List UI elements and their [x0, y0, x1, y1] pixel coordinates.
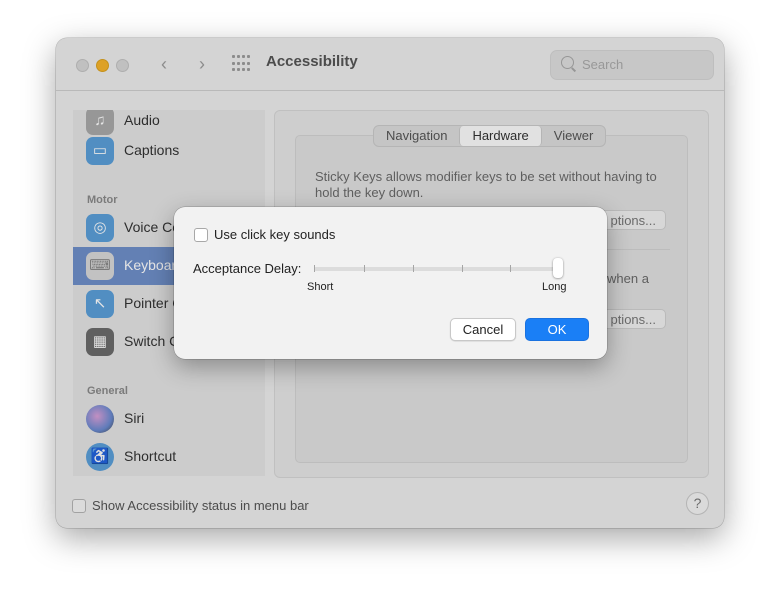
sticky-keys-description: Sticky Keys allows modifier keys to be s…: [315, 169, 657, 200]
click-key-sounds-label: Use click key sounds: [214, 227, 336, 242]
show-all-grid-icon[interactable]: [232, 55, 250, 73]
ok-button[interactable]: OK: [525, 318, 589, 341]
tab-navigation[interactable]: Navigation: [374, 126, 459, 146]
click-key-sounds-checkbox[interactable]: [194, 228, 208, 242]
slider-tick: [462, 265, 463, 272]
search-icon: [561, 56, 574, 69]
forward-chevron-icon[interactable]: ›: [190, 52, 214, 76]
zoom-button[interactable]: [116, 59, 129, 72]
search-field[interactable]: Search: [550, 50, 714, 80]
slider-min-label: Short: [307, 281, 334, 293]
cancel-button[interactable]: Cancel: [450, 318, 516, 341]
slider-tick: [413, 265, 414, 272]
status-menu-label: Show Accessibility status in menu bar: [92, 498, 309, 513]
bottom-bar: Show Accessibility status in menu bar ?: [56, 484, 724, 528]
close-button[interactable]: [76, 59, 89, 72]
slider-tick: [510, 265, 511, 272]
slider-max-label: Long: [542, 281, 567, 293]
tab-bar: Navigation Hardware Viewer: [373, 125, 607, 147]
back-chevron-icon[interactable]: ‹: [152, 52, 176, 76]
siri-icon: [86, 405, 114, 433]
keyboard-icon: ⌨: [86, 252, 114, 280]
slow-keys-dialog: Use click key sounds Acceptance Delay: S…: [174, 207, 607, 359]
window-title: Accessibility: [266, 53, 358, 70]
acceptance-delay-slider[interactable]: [314, 267, 559, 271]
tab-viewer[interactable]: Viewer: [542, 126, 606, 146]
sidebar-header-motor: Motor: [87, 194, 118, 206]
switch-control-icon: ▦: [86, 328, 114, 356]
title-bar: ‹ › Accessibility Search: [56, 38, 724, 91]
slider-knob[interactable]: [553, 258, 563, 278]
sidebar-item-shortcut[interactable]: ♿ Shortcut: [73, 438, 265, 476]
slow-keys-description: when a: [607, 271, 649, 286]
tab-hardware[interactable]: Hardware: [459, 126, 542, 146]
sidebar-header-general: General: [87, 385, 128, 397]
sidebar-item-siri[interactable]: Siri: [73, 400, 265, 438]
search-placeholder: Search: [582, 57, 624, 72]
status-menu-checkbox[interactable]: [72, 499, 86, 513]
minimize-button[interactable]: [96, 59, 109, 72]
captions-icon: ▭: [86, 137, 114, 165]
acceptance-delay-label: Acceptance Delay:: [193, 261, 302, 276]
slider-tick: [364, 265, 365, 272]
voice-control-icon: ◎: [86, 214, 114, 242]
sidebar-item-captions[interactable]: ▭ Captions: [73, 132, 265, 170]
help-button[interactable]: ?: [686, 492, 709, 515]
slider-tick: [314, 265, 315, 272]
shortcut-icon: ♿: [86, 443, 114, 471]
pointer-icon: ↖: [86, 290, 114, 318]
